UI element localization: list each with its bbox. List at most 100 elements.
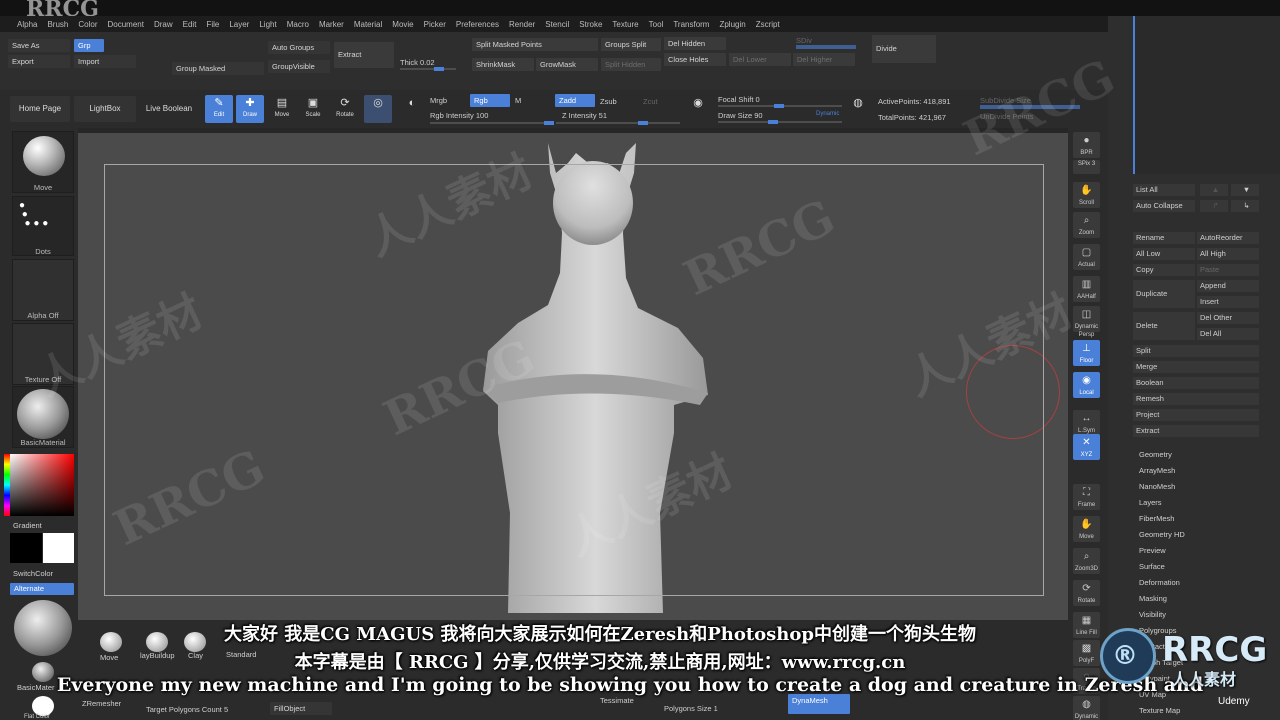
- zcut-button[interactable]: Zcut: [643, 97, 658, 106]
- grow-mask-button[interactable]: GrowMask: [536, 58, 598, 71]
- section-nanomesh[interactable]: NanoMesh: [1139, 482, 1175, 491]
- fill-object-button[interactable]: FillObject: [270, 702, 332, 715]
- del-lower-button[interactable]: Del Lower: [729, 53, 791, 66]
- menu-item-draw[interactable]: Draw: [149, 20, 178, 29]
- thick-slider[interactable]: [400, 67, 456, 71]
- rgb-intensity-slider[interactable]: [430, 121, 554, 125]
- focal-icon-button[interactable]: ◉: [686, 95, 710, 123]
- zsub-button[interactable]: Zsub: [600, 97, 617, 106]
- menu-item-tool[interactable]: Tool: [644, 20, 669, 29]
- auto-reorder-button[interactable]: AutoReorder: [1197, 232, 1259, 244]
- list-all-button[interactable]: List All: [1133, 184, 1195, 196]
- split-section[interactable]: Split: [1133, 345, 1259, 357]
- sdiv-slider[interactable]: [796, 45, 856, 49]
- section-preview[interactable]: Preview: [1139, 546, 1166, 555]
- color-picker[interactable]: [10, 454, 74, 516]
- rename-button[interactable]: Rename: [1133, 232, 1195, 244]
- group-visible-button[interactable]: GroupVisible: [268, 60, 330, 73]
- nudge-down-button[interactable]: ↳: [1231, 200, 1259, 212]
- tool-bpr[interactable]: ● BPR: [1073, 132, 1100, 158]
- menu-item-file[interactable]: File: [201, 20, 224, 29]
- tool-scroll[interactable]: ✋ Scroll: [1073, 182, 1100, 208]
- move-button[interactable]: ▤ Move: [268, 95, 296, 123]
- section-arraymesh[interactable]: ArrayMesh: [1139, 466, 1175, 475]
- menu-item-layer[interactable]: Layer: [224, 20, 254, 29]
- switch-color-button[interactable]: SwitchColor: [13, 569, 53, 578]
- groups-split-button[interactable]: Groups Split: [601, 38, 661, 51]
- tool-rotate[interactable]: ⟳ Rotate: [1073, 580, 1100, 606]
- section-visibility[interactable]: Visibility: [1139, 610, 1166, 619]
- z-intensity-slider[interactable]: [556, 121, 680, 125]
- mrgb-button[interactable]: Mrgb: [430, 96, 447, 105]
- menu-item-stroke[interactable]: Stroke: [574, 20, 607, 29]
- scale-button[interactable]: ▣ Scale: [299, 95, 327, 123]
- flat-color-icon[interactable]: [32, 696, 54, 716]
- tool-floor[interactable]: ⊥ Floor: [1073, 340, 1100, 366]
- close-holes-button[interactable]: Close Holes: [664, 53, 726, 66]
- del-other-button[interactable]: Del Other: [1197, 312, 1259, 324]
- del-higher-button[interactable]: Del Higher: [793, 53, 855, 66]
- dynamic-size-button[interactable]: ◍: [846, 95, 870, 123]
- menu-item-light[interactable]: Light: [254, 20, 281, 29]
- menu-item-preferences[interactable]: Preferences: [451, 20, 504, 29]
- hue-strip[interactable]: [4, 454, 10, 516]
- draw-button[interactable]: ✚ Draw: [236, 95, 264, 123]
- extract-section[interactable]: Extract: [1133, 425, 1259, 437]
- tool-zoom[interactable]: ⌕ Zoom: [1073, 212, 1100, 238]
- menu-item-texture[interactable]: Texture: [607, 20, 643, 29]
- menu-item-document[interactable]: Document: [103, 20, 149, 29]
- group-masked-button[interactable]: Group Masked: [172, 62, 264, 75]
- lightbox-button[interactable]: LightBox: [74, 96, 136, 122]
- tool-move[interactable]: ✋ Move: [1073, 516, 1100, 542]
- zremesher-button[interactable]: ZRemesher: [82, 699, 121, 708]
- menu-item-macro[interactable]: Macro: [282, 20, 314, 29]
- tool-zoom3d[interactable]: ⌕ Zoom3D: [1073, 548, 1100, 574]
- boolean-section[interactable]: Boolean: [1133, 377, 1259, 389]
- section-deformation[interactable]: Deformation: [1139, 578, 1180, 587]
- remesh-section[interactable]: Remesh: [1133, 393, 1259, 405]
- tool-actual[interactable]: ▢ Actual: [1073, 244, 1100, 270]
- rotate-button[interactable]: ⟳ Rotate: [331, 95, 359, 123]
- tool-frame[interactable]: ⛶ Frame: [1073, 484, 1100, 510]
- tool-spix-3[interactable]: SPix 3: [1073, 160, 1100, 174]
- menu-item-material[interactable]: Material: [349, 20, 387, 29]
- project-section[interactable]: Project: [1133, 409, 1259, 421]
- menu-item-movie[interactable]: Movie: [387, 20, 418, 29]
- extract-button[interactable]: Extract: [334, 42, 394, 68]
- menu-item-stencil[interactable]: Stencil: [540, 20, 574, 29]
- grp-toggle[interactable]: Grp: [74, 39, 104, 52]
- dynamesh-button[interactable]: DynaMesh: [788, 694, 850, 714]
- menu-item-transform[interactable]: Transform: [668, 20, 714, 29]
- dynamic-toggle[interactable]: Dynamic: [816, 111, 839, 117]
- menu-item-edit[interactable]: Edit: [178, 20, 202, 29]
- move-down-button[interactable]: ▼: [1231, 184, 1259, 196]
- menu-item-render[interactable]: Render: [504, 20, 540, 29]
- tool-l-sym[interactable]: ↔ L.Sym: [1073, 410, 1100, 436]
- menu-item-marker[interactable]: Marker: [314, 20, 349, 29]
- auto-collapse-button[interactable]: Auto Collapse: [1133, 200, 1195, 212]
- material-swatch[interactable]: ◎: [364, 95, 392, 123]
- subtool-list[interactable]: [1133, 16, 1280, 174]
- zadd-button[interactable]: Zadd: [555, 94, 595, 107]
- home-page-button[interactable]: Home Page: [10, 96, 70, 122]
- insert-button[interactable]: Insert: [1197, 296, 1259, 308]
- menu-item-zscript[interactable]: Zscript: [751, 20, 785, 29]
- menu-item-alpha[interactable]: Alpha: [12, 20, 42, 29]
- primary-color-swatch[interactable]: [10, 533, 42, 563]
- shrink-mask-button[interactable]: ShrinkMask: [472, 58, 534, 71]
- export-button[interactable]: Export: [8, 55, 70, 68]
- edit-button[interactable]: ✎ Edit: [205, 95, 233, 123]
- import-button[interactable]: Import: [74, 55, 136, 68]
- all-low-button[interactable]: All Low: [1133, 248, 1195, 260]
- merge-section[interactable]: Merge: [1133, 361, 1259, 373]
- split-masked-button[interactable]: Split Masked Points: [472, 38, 598, 51]
- menu-item-zplugin[interactable]: Zplugin: [714, 20, 750, 29]
- tool-local[interactable]: ◉ Local: [1073, 372, 1100, 398]
- duplicate-button[interactable]: Duplicate: [1133, 280, 1195, 308]
- split-hidden-button[interactable]: Split Hidden: [601, 58, 661, 71]
- paste-button[interactable]: Paste: [1197, 264, 1259, 276]
- tool-xyz[interactable]: ✕ XYZ: [1073, 434, 1100, 460]
- copy-button[interactable]: Copy: [1133, 264, 1195, 276]
- subdivide-size-slider[interactable]: [980, 105, 1080, 109]
- move-up-button[interactable]: ▲: [1200, 184, 1228, 196]
